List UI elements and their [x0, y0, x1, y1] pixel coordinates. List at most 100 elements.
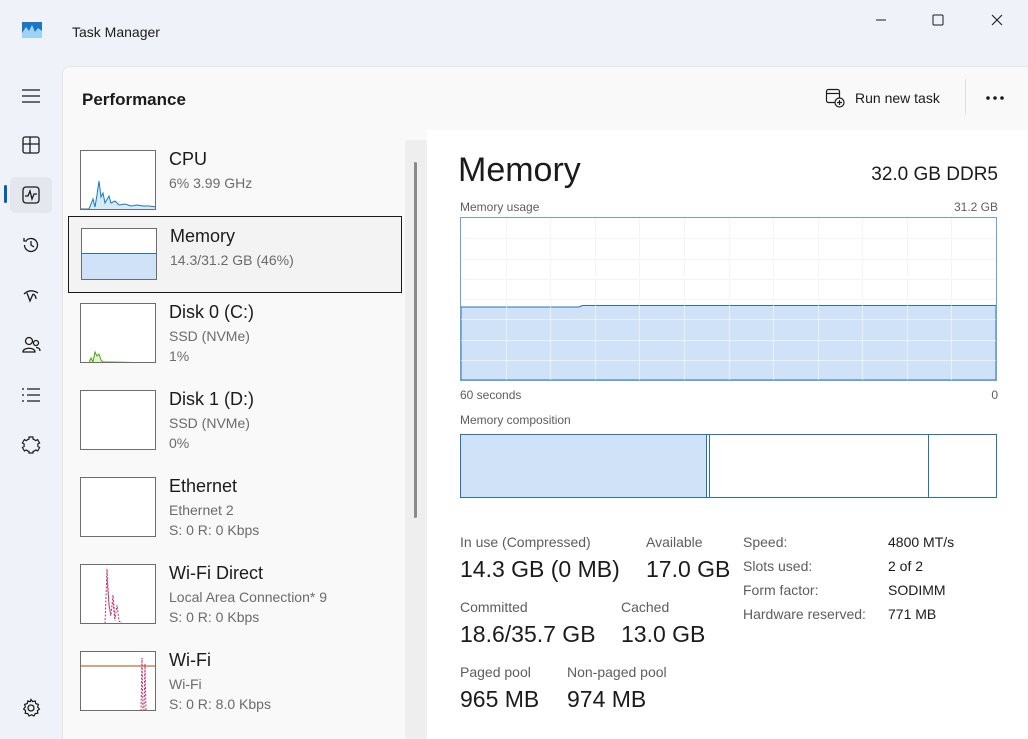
list-item-ethernet[interactable]: Ethernet Ethernet 2 S: 0 R: 0 Kbps	[68, 467, 402, 544]
hamburger-menu-button[interactable]	[10, 78, 52, 114]
performance-icon	[22, 186, 40, 204]
graph-axis-left: 60 seconds	[460, 388, 522, 402]
composition-standby	[711, 435, 929, 497]
disk-1-thumbnail-graph	[80, 390, 156, 450]
memory-usage-max: 31.2 GB	[953, 200, 998, 214]
list-item-disk-1[interactable]: Disk 1 (D:) SSD (NVMe) 0%	[68, 380, 402, 457]
wifi-direct-thumbnail-graph	[80, 564, 156, 624]
disk-0-thumbnail-graph	[80, 303, 156, 363]
run-new-task-button[interactable]: Run new task	[819, 81, 952, 115]
nav-performance[interactable]	[10, 177, 52, 213]
list-item-detail: 6% 3.99 GHz	[169, 175, 253, 191]
nav-settings[interactable]	[10, 690, 52, 726]
more-options-icon	[986, 96, 1004, 100]
speed-value: 4800 MT/s	[888, 534, 955, 550]
detail-spec: 32.0 GB DDR5	[871, 164, 998, 185]
app-history-icon	[23, 237, 39, 253]
memory-usage-graph	[460, 217, 997, 381]
list-item-detail: Ethernet 2	[169, 502, 234, 518]
committed-label: Committed	[460, 599, 528, 615]
list-item-value: S: 0 R: 0 Kbps	[169, 609, 260, 625]
nav-startup-apps[interactable]	[10, 277, 52, 313]
scrollbar-thumb[interactable]	[414, 162, 417, 518]
close-button[interactable]	[974, 6, 1020, 34]
startup-apps-icon	[23, 290, 39, 303]
list-item-detail: Wi-Fi	[169, 676, 202, 692]
processes-icon	[22, 136, 40, 154]
cached-value: 13.0 GB	[621, 621, 706, 647]
list-item-detail: 14.3/31.2 GB (46%)	[170, 252, 294, 268]
composition-in-use	[461, 435, 707, 497]
list-item-value: 0%	[169, 435, 190, 451]
run-new-task-label: Run new task	[855, 90, 940, 106]
page-title: Performance	[82, 90, 186, 109]
maximize-icon	[932, 14, 944, 26]
nav-details[interactable]	[10, 377, 52, 413]
list-item-value: S: 0 R: 8.0 Kbps	[169, 696, 271, 712]
minimize-button[interactable]	[858, 6, 904, 34]
hamburger-icon	[22, 89, 40, 103]
details-icon	[22, 388, 40, 402]
list-item-detail: Local Area Connection* 9	[169, 589, 327, 605]
hardware-reserved-value: 771 MB	[888, 606, 937, 622]
ethernet-thumbnail-graph	[80, 477, 156, 537]
list-scrollbar[interactable]	[405, 140, 427, 739]
main-panel: Performance Run new task CPU 6% 3.99 GHz…	[62, 66, 1028, 739]
hardware-reserved-label: Hardware reserved:	[743, 606, 866, 622]
memory-thumbnail-graph	[81, 228, 157, 280]
list-item-memory[interactable]: Memory 14.3/31.2 GB (46%)	[68, 216, 402, 293]
slots-used-value: 2 of 2	[888, 558, 924, 574]
nav-users[interactable]	[10, 327, 52, 363]
memory-usage-chart	[461, 218, 996, 380]
detail-title: Memory	[458, 151, 581, 189]
paged-pool-label: Paged pool	[460, 664, 531, 680]
slots-used-label: Slots used:	[743, 558, 813, 574]
run-task-icon	[825, 88, 845, 108]
list-item-detail: SSD (NVMe)	[169, 328, 250, 344]
list-item-name: Wi-Fi	[169, 650, 211, 670]
nav-services[interactable]	[10, 427, 52, 463]
list-item-name: CPU	[169, 149, 208, 169]
committed-value: 18.6/35.7 GB	[460, 621, 596, 647]
header-separator	[965, 79, 966, 115]
list-item-name: Disk 1 (D:)	[169, 389, 254, 409]
list-item-name: Memory	[170, 226, 236, 246]
non-paged-pool-label: Non-paged pool	[567, 664, 667, 680]
in-use-label: In use (Compressed)	[460, 534, 591, 550]
nav-app-history[interactable]	[10, 227, 52, 263]
list-item-disk-0[interactable]: Disk 0 (C:) SSD (NVMe) 1%	[68, 293, 402, 370]
nav-processes[interactable]	[10, 127, 52, 163]
list-item-name: Ethernet	[169, 476, 238, 496]
memory-usage-area	[461, 304, 996, 380]
form-factor-label: Form factor:	[743, 582, 819, 598]
available-label: Available	[646, 534, 703, 550]
list-item-wifi-direct[interactable]: Wi-Fi Direct Local Area Connection* 9 S:…	[68, 554, 402, 631]
users-icon	[22, 336, 41, 353]
cpu-thumbnail-graph	[80, 150, 156, 210]
memory-usage-label: Memory usage	[460, 200, 540, 214]
page-header: Performance Run new task	[63, 67, 1028, 129]
window-title: Task Manager	[72, 24, 160, 40]
list-item-value: 1%	[169, 348, 190, 364]
nav-active-indicator	[4, 185, 7, 203]
memory-composition-bar	[460, 434, 997, 498]
wifi-thumbnail-graph	[80, 651, 156, 711]
settings-icon	[22, 698, 41, 717]
composition-free	[930, 435, 996, 497]
more-options-button[interactable]	[977, 81, 1013, 115]
services-icon	[21, 436, 41, 454]
in-use-value: 14.3 GB (0 MB)	[460, 556, 620, 582]
non-paged-pool-value: 974 MB	[567, 686, 647, 712]
task-manager-icon	[22, 22, 42, 38]
list-item-value: S: 0 R: 0 Kbps	[169, 522, 260, 538]
title-bar: Task Manager	[0, 0, 1028, 64]
graph-axis-right: 0	[991, 388, 998, 402]
memory-composition-label: Memory composition	[460, 413, 571, 427]
list-item-wifi[interactable]: Wi-Fi Wi-Fi S: 0 R: 8.0 Kbps	[68, 641, 402, 718]
list-item-cpu[interactable]: CPU 6% 3.99 GHz	[68, 140, 402, 217]
speed-label: Speed:	[743, 534, 788, 550]
list-item-name: Disk 0 (C:)	[169, 302, 254, 322]
form-factor-value: SODIMM	[888, 582, 946, 598]
close-icon	[991, 14, 1003, 26]
maximize-button[interactable]	[915, 6, 961, 34]
